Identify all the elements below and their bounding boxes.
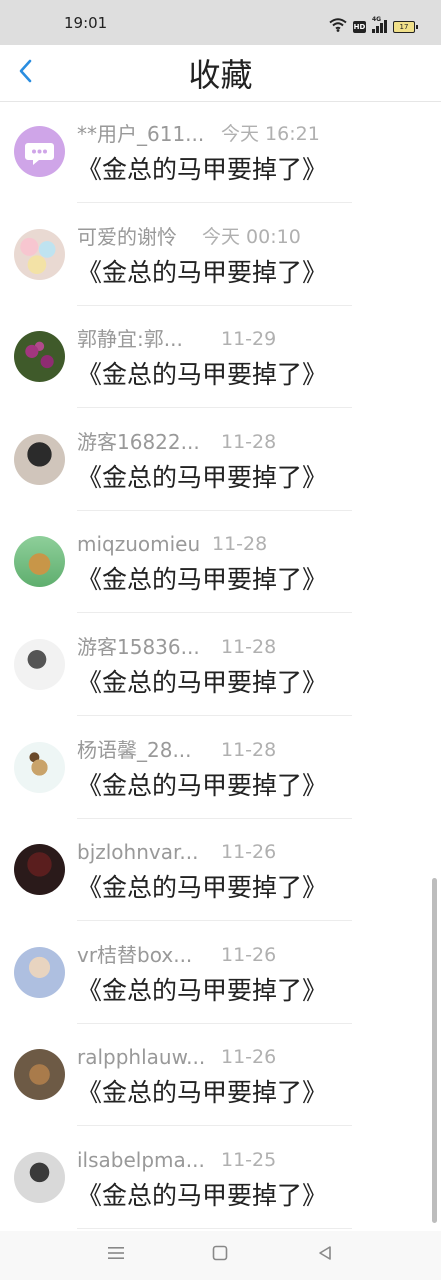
list-item[interactable]: ilsabelpma... 11-25 《金总的马甲要掉了》 — [0, 1127, 441, 1229]
avatar[interactable] — [14, 536, 65, 587]
item-title[interactable]: 《金总的马甲要掉了》 — [77, 667, 327, 699]
avatar[interactable] — [14, 1152, 65, 1203]
item-time: 今天 16:21 — [221, 123, 320, 145]
avatar[interactable] — [14, 844, 65, 895]
item-username: miqzuomieu — [77, 532, 201, 556]
bottom-nav — [0, 1231, 441, 1280]
favorites-list: **用户_611... 今天 16:21 《金总的马甲要掉了》 可爱的谢怜 今天 00:… — [0, 101, 441, 1231]
menu-button[interactable] — [104, 1243, 128, 1267]
item-title[interactable]: 《金总的马甲要掉了》 — [77, 1180, 327, 1212]
divider — [77, 715, 352, 716]
battery-icon: 17 — [393, 20, 418, 33]
item-title[interactable]: 《金总的马甲要掉了》 — [77, 770, 327, 802]
item-title[interactable]: 《金总的马甲要掉了》 — [77, 154, 327, 186]
avatar[interactable] — [14, 742, 65, 793]
list-item[interactable]: 郭静宜:郭... 11-29 《金总的马甲要掉了》 — [0, 306, 441, 408]
item-username: **用户_611... — [77, 122, 205, 146]
list-item[interactable]: 可爱的谢怜 今天 00:10 《金总的马甲要掉了》 — [0, 204, 441, 306]
item-title[interactable]: 《金总的马甲要掉了》 — [77, 257, 327, 289]
divider — [77, 920, 352, 921]
list-item[interactable]: bjzlohnvar... 11-26 《金总的马甲要掉了》 — [0, 819, 441, 921]
item-time: 11-26 — [221, 944, 277, 966]
item-username: vr桔替box... — [77, 943, 193, 967]
item-username: 郭静宜:郭... — [77, 327, 183, 351]
divider — [77, 1228, 352, 1229]
status-icons: HD 4G 17 — [329, 16, 418, 36]
home-button[interactable] — [208, 1243, 232, 1267]
hd-icon: HD — [353, 20, 366, 33]
list-item[interactable]: **用户_611... 今天 16:21 《金总的马甲要掉了》 — [0, 101, 441, 203]
item-title[interactable]: 《金总的马甲要掉了》 — [77, 975, 327, 1007]
network-label: 4G — [372, 16, 382, 23]
item-username: ilsabelpma... — [77, 1148, 205, 1172]
item-title[interactable]: 《金总的马甲要掉了》 — [77, 872, 327, 904]
item-username: 游客16822... — [77, 430, 200, 454]
avatar[interactable] — [14, 331, 65, 382]
status-time: 19:01 — [64, 14, 108, 32]
item-title[interactable]: 《金总的马甲要掉了》 — [77, 564, 327, 596]
home-icon — [212, 1245, 228, 1265]
item-time: 11-28 — [221, 739, 277, 761]
avatar[interactable] — [14, 229, 65, 280]
item-username: bjzlohnvar... — [77, 840, 199, 864]
item-time: 11-28 — [212, 533, 268, 555]
item-username: 游客15836... — [77, 635, 200, 659]
signal-icon: 4G — [372, 16, 387, 33]
back-nav-button[interactable] — [313, 1243, 337, 1267]
item-time: 11-28 — [221, 431, 277, 453]
item-time: 11-26 — [221, 1046, 277, 1068]
item-username: 可爱的谢怜 — [77, 225, 177, 249]
list-item[interactable]: 游客15836... 11-28 《金总的马甲要掉了》 — [0, 614, 441, 716]
divider — [77, 612, 352, 613]
page-title: 收藏 — [188, 56, 253, 94]
list-item[interactable]: 游客16822... 11-28 《金总的马甲要掉了》 — [0, 409, 441, 511]
item-time: 11-29 — [221, 328, 277, 350]
chat-bubble-icon — [25, 143, 54, 165]
divider — [77, 1125, 352, 1126]
back-triangle-icon — [317, 1245, 333, 1265]
item-time: 11-28 — [221, 636, 277, 658]
list-item[interactable]: miqzuomieu 11-28 《金总的马甲要掉了》 — [0, 511, 441, 613]
item-time: 11-26 — [221, 841, 277, 863]
scrollbar[interactable] — [432, 878, 437, 1223]
menu-icon — [107, 1245, 125, 1265]
avatar[interactable] — [14, 126, 65, 177]
nav-header: 收藏 — [0, 45, 441, 102]
avatar[interactable] — [14, 639, 65, 690]
item-time: 11-25 — [221, 1149, 277, 1171]
item-username: ralpphlauw... — [77, 1045, 206, 1069]
item-username: 杨语馨_28... — [77, 738, 192, 762]
avatar[interactable] — [14, 947, 65, 998]
avatar[interactable] — [14, 1049, 65, 1100]
wifi-icon — [329, 17, 347, 36]
list-item[interactable]: ralpphlauw... 11-26 《金总的马甲要掉了》 — [0, 1024, 441, 1126]
avatar[interactable] — [14, 434, 65, 485]
item-title[interactable]: 《金总的马甲要掉了》 — [77, 462, 327, 494]
item-title[interactable]: 《金总的马甲要掉了》 — [77, 359, 327, 391]
divider — [77, 407, 352, 408]
item-time: 今天 00:10 — [202, 226, 301, 248]
item-title[interactable]: 《金总的马甲要掉了》 — [77, 1077, 327, 1109]
status-bar: 19:01 HD 4G 17 — [0, 0, 441, 45]
list-item[interactable]: 杨语馨_28... 11-28 《金总的马甲要掉了》 — [0, 717, 441, 819]
list-item[interactable]: vr桔替box... 11-26 《金总的马甲要掉了》 — [0, 922, 441, 1024]
divider — [77, 202, 352, 203]
